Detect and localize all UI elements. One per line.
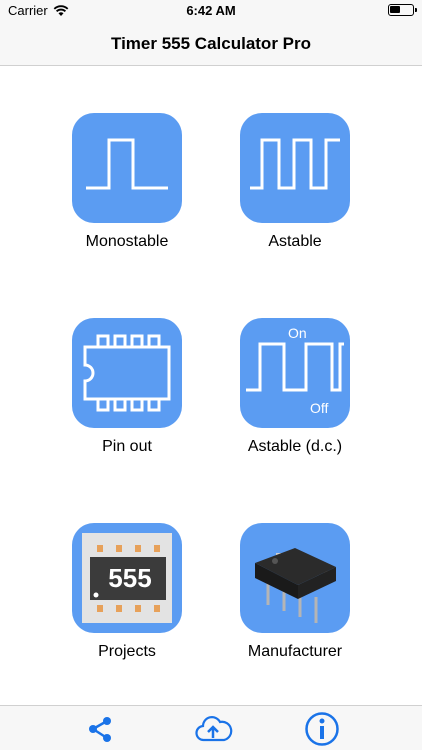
status-bar: Carrier 6:42 AM — [0, 0, 422, 22]
chip-text: 555 — [108, 563, 151, 593]
tab-bar — [0, 705, 422, 750]
pinout-tile[interactable]: Pin out — [72, 318, 182, 456]
battery-icon — [388, 4, 417, 16]
astable-label: Astable — [268, 233, 322, 250]
duty-cycle-wave-icon: On Off — [240, 318, 350, 428]
astable-tile[interactable]: Astable — [240, 113, 350, 251]
astable-dc-tile[interactable]: On Off Astable (d.c.) — [240, 318, 350, 456]
manufacturer-label: Manufacturer — [247, 643, 343, 660]
page-title: Timer 555 Calculator Pro — [111, 34, 311, 53]
ic-pinout-icon — [72, 318, 182, 428]
navigation-bar: Timer 555 Calculator Pro — [0, 22, 422, 66]
monostable-pulse-icon — [72, 113, 182, 223]
info-button[interactable] — [302, 710, 342, 746]
astable-square-wave-icon — [240, 113, 350, 223]
astable-dc-label: Astable (d.c.) — [247, 438, 343, 455]
manufacturer-tile[interactable]: Manufacturer — [240, 523, 350, 661]
monostable-label: Monostable — [85, 233, 169, 250]
cloud-upload-button[interactable] — [193, 710, 233, 746]
cloud-upload-icon — [195, 716, 233, 742]
status-time: 6:42 AM — [186, 3, 236, 18]
on-label: On — [288, 325, 307, 341]
chip-555-icon: 555 — [72, 523, 182, 633]
info-icon — [305, 712, 339, 746]
pinout-label: Pin out — [102, 438, 152, 455]
projects-tile[interactable]: 555 Projects — [72, 523, 182, 661]
dip-package-icon — [240, 523, 350, 633]
off-label: Off — [310, 400, 329, 416]
monostable-tile[interactable]: Monostable — [72, 113, 182, 251]
projects-label: Projects — [98, 643, 156, 660]
share-button[interactable] — [80, 710, 120, 746]
share-icon — [89, 717, 111, 742]
